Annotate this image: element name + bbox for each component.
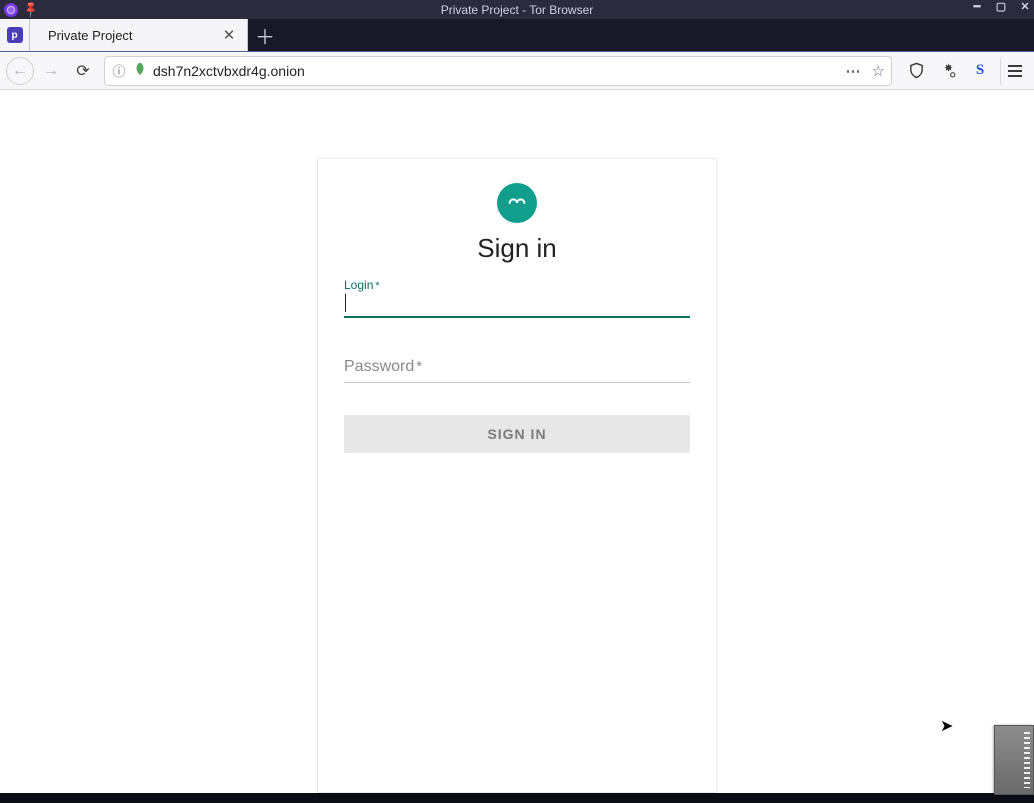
window-titlebar: 📌 Private Project - Tor Browser ━ ▢ ✕ [0, 0, 1034, 19]
tab-active[interactable]: Private Project ✕ [30, 19, 248, 51]
mouse-cursor-icon: ➤ [940, 716, 953, 736]
bookmark-star-icon[interactable] [872, 62, 885, 80]
site-info-icon[interactable]: ⓘ [111, 61, 127, 80]
url-bar[interactable]: ⓘ [104, 56, 892, 86]
window-minimize-button[interactable]: ━ [970, 0, 984, 13]
pinned-tab-favicon: p [7, 27, 23, 43]
app-logo-icon [497, 183, 537, 223]
login-input[interactable] [344, 292, 690, 316]
noscript-icon[interactable]: S [966, 56, 994, 86]
pin-icon: 📌 [21, 0, 40, 19]
tab-strip: p Private Project ✕ ＋ [0, 19, 1034, 52]
window-maximize-button[interactable]: ▢ [994, 0, 1008, 13]
signin-heading: Sign in [477, 233, 557, 264]
password-input[interactable] [344, 358, 690, 382]
side-widget[interactable] [994, 725, 1034, 795]
onion-security-icon [133, 62, 147, 79]
shield-icon[interactable] [902, 56, 930, 86]
page-actions-icon[interactable] [846, 62, 862, 80]
hamburger-icon [1008, 65, 1022, 77]
browser-toolbar: ← → ⟳ ⓘ S [0, 52, 1034, 90]
new-identity-icon[interactable] [934, 56, 962, 86]
password-field[interactable]: Password* [344, 358, 690, 383]
window-title: Private Project - Tor Browser [441, 3, 594, 17]
signin-card: Sign in Login* Password* SIGN IN [317, 158, 717, 793]
text-caret [345, 294, 346, 312]
url-input[interactable] [153, 63, 840, 79]
tab-title: Private Project [48, 28, 221, 43]
tor-onion-icon [4, 3, 18, 17]
tab-pinned[interactable]: p [0, 19, 30, 51]
nav-reload-button[interactable]: ⟳ [68, 56, 98, 86]
tab-close-icon[interactable]: ✕ [221, 26, 237, 44]
os-taskbar [0, 793, 1034, 803]
page-content: Sign in Login* Password* SIGN IN ➤ [0, 90, 1034, 793]
new-tab-button[interactable]: ＋ [248, 19, 282, 51]
login-field[interactable]: Login* [344, 292, 690, 318]
nav-back-button[interactable]: ← [6, 57, 34, 85]
login-label: Login* [344, 278, 380, 292]
window-close-button[interactable]: ✕ [1018, 0, 1032, 13]
signin-button[interactable]: SIGN IN [344, 415, 690, 453]
nav-forward-button[interactable]: → [36, 56, 66, 86]
app-menu-button[interactable] [1000, 56, 1028, 86]
